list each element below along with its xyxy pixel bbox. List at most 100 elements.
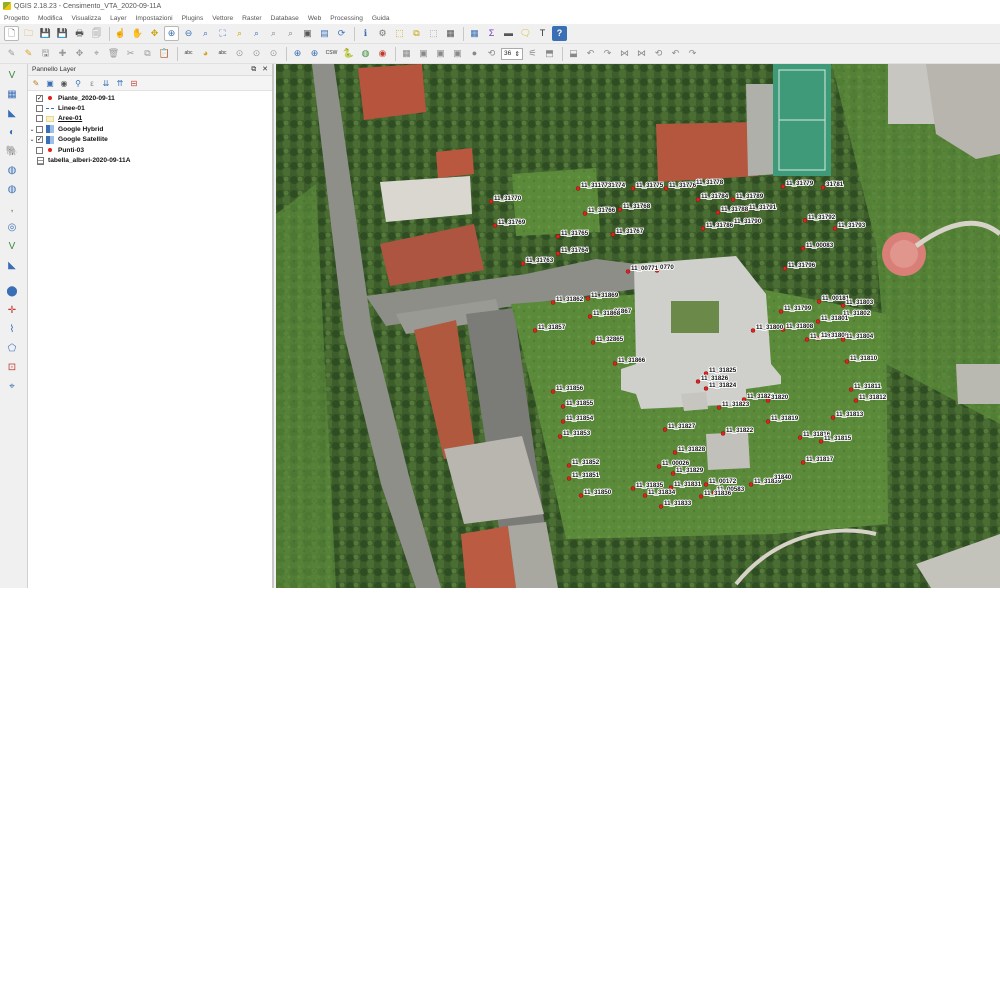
tree-point[interactable] <box>488 199 494 204</box>
tree-point[interactable] <box>582 211 588 216</box>
tree-point[interactable] <box>550 389 556 394</box>
menu-layer[interactable]: Layer <box>110 15 127 22</box>
tree-point[interactable] <box>575 186 581 191</box>
simplify-icon[interactable]: ⚟ <box>525 46 540 61</box>
menu-database[interactable]: Database <box>271 15 299 22</box>
tree-point[interactable] <box>778 309 784 314</box>
add-raster-icon[interactable]: ▦ <box>4 86 20 102</box>
tree-point[interactable] <box>617 207 623 212</box>
digitize-fill-ring-icon[interactable]: ▣ <box>416 46 431 61</box>
add-spatialite-icon[interactable]: ◣ <box>4 105 20 121</box>
add-postgis-icon[interactable]: 🐘 <box>4 143 20 159</box>
menu-plugins[interactable]: Plugins <box>182 15 204 22</box>
tree-point[interactable] <box>818 439 824 444</box>
touch-icon[interactable]: ☝ <box>113 26 128 41</box>
tree-point[interactable] <box>662 427 668 432</box>
add-virtual-layer-icon[interactable]: ◎ <box>4 219 20 235</box>
move-feature-icon[interactable]: ✥ <box>72 46 87 61</box>
tree-point[interactable] <box>848 387 854 392</box>
layer-visibility-checkbox[interactable] <box>36 115 43 123</box>
tree-point[interactable] <box>610 232 616 237</box>
redo-icon[interactable]: ↷ <box>685 46 700 61</box>
zoom-native-icon[interactable]: ⌕ <box>198 26 213 41</box>
tree-point[interactable] <box>532 328 538 333</box>
menu-vettore[interactable]: Vettore <box>212 15 233 22</box>
tree-point[interactable] <box>800 246 806 251</box>
pan-icon[interactable]: ✋ <box>130 26 145 41</box>
copy-features-icon[interactable]: ⧉ <box>140 46 155 61</box>
close-panel-icon[interactable]: ✕ <box>262 66 268 73</box>
search-location-icon[interactable]: ⊕ <box>290 46 305 61</box>
tree-point[interactable] <box>566 463 572 468</box>
tree-point[interactable] <box>830 415 836 420</box>
tree-point[interactable] <box>590 340 596 345</box>
menu-raster[interactable]: Raster <box>242 15 261 22</box>
add-delimited-text-icon[interactable]: , <box>4 200 20 216</box>
rotate-label-icon[interactable]: ⊙ <box>249 46 264 61</box>
rotation-spinbox[interactable]: 36 ⇕ <box>501 47 523 60</box>
pin-labels-icon[interactable]: ◕ <box>198 46 213 61</box>
layer-item[interactable]: Punti-03 <box>28 145 272 155</box>
menu-processing[interactable]: Processing <box>330 15 363 22</box>
tree-point[interactable] <box>748 482 754 487</box>
tree-point[interactable] <box>716 405 722 410</box>
add-wms-icon[interactable]: ◐ <box>4 124 20 140</box>
rotate-point-icon[interactable]: ⟲ <box>651 46 666 61</box>
save-as-icon[interactable]: 💾 <box>55 26 70 41</box>
georeference-icon[interactable]: ⌖ <box>4 378 20 394</box>
run-action-icon[interactable]: ⚙ <box>375 26 390 41</box>
save-edits-icon[interactable]: 🖫 <box>38 46 53 61</box>
tree-point[interactable] <box>578 493 584 498</box>
select-by-value-icon[interactable]: ⧉ <box>409 26 424 41</box>
new-project-icon[interactable]: 🗋 <box>4 26 19 41</box>
tree-point[interactable] <box>853 398 859 403</box>
filter-expression-icon[interactable]: ε <box>86 77 98 89</box>
annotation-icon[interactable]: 🗨 <box>518 26 533 41</box>
toggle-editing-icon[interactable]: ✎ <box>21 46 36 61</box>
tree-point[interactable] <box>492 223 498 228</box>
tree-point[interactable] <box>566 476 572 481</box>
zoom-out-icon[interactable]: ⊖ <box>181 26 196 41</box>
deselect-icon[interactable]: ⬚ <box>426 26 441 41</box>
refresh-icon[interactable]: ⟳ <box>334 26 349 41</box>
remove-layer-icon[interactable]: ⊟ <box>128 77 140 89</box>
offset-curve-icon[interactable]: ↶ <box>583 46 598 61</box>
collapse-all-icon[interactable]: ⇈ <box>114 77 126 89</box>
layer-visibility-checkbox[interactable] <box>36 146 43 154</box>
layer-item[interactable]: ⌄ Google Hybrid <box>28 124 272 134</box>
tree-point[interactable] <box>630 186 636 191</box>
openlayers-icon[interactable]: ◍ <box>358 46 373 61</box>
tree-point[interactable] <box>656 464 662 469</box>
merge-attributes-icon[interactable]: ⋈ <box>634 46 649 61</box>
tree-point[interactable] <box>550 300 556 305</box>
tree-point[interactable] <box>557 434 563 439</box>
new-map-view-icon[interactable]: ▣ <box>300 26 315 41</box>
text-annotation-icon[interactable]: T <box>535 26 550 41</box>
delete-selected-icon[interactable]: 🗑 <box>106 46 121 61</box>
zoom-selection-icon[interactable]: ⌕ <box>232 26 247 41</box>
add-wfs-icon[interactable]: ◍ <box>4 181 20 197</box>
node-tool-icon[interactable]: ⌖ <box>89 46 104 61</box>
cut-features-icon[interactable]: ✂ <box>123 46 138 61</box>
reshape-icon[interactable]: ↷ <box>600 46 615 61</box>
zoom-in-icon[interactable]: ⊕ <box>164 26 179 41</box>
menu-modifica[interactable]: Modifica <box>38 15 63 22</box>
menu-progetto[interactable]: Progetto <box>4 15 29 22</box>
tree-point[interactable] <box>658 504 664 509</box>
layer-visibility-checkbox[interactable] <box>36 105 43 113</box>
csw-icon[interactable]: CSW <box>324 46 339 61</box>
tree-point[interactable] <box>695 379 701 384</box>
tree-point[interactable] <box>560 404 566 409</box>
capture-line-icon[interactable]: ⌇ <box>4 321 20 337</box>
tree-point[interactable] <box>802 218 808 223</box>
tree-point[interactable] <box>698 494 704 499</box>
tree-point[interactable] <box>800 460 806 465</box>
zoom-full-icon[interactable]: ⛶ <box>215 26 230 41</box>
new-gpx-icon[interactable]: ⬤ <box>4 283 20 299</box>
expand-all-icon[interactable]: ⇊ <box>100 77 112 89</box>
zoom-next-icon[interactable]: ⌕ <box>283 26 298 41</box>
tree-point[interactable] <box>585 296 591 301</box>
python-icon[interactable]: 🐍 <box>341 46 356 61</box>
tree-point[interactable] <box>663 186 669 191</box>
tree-point[interactable] <box>672 450 678 455</box>
